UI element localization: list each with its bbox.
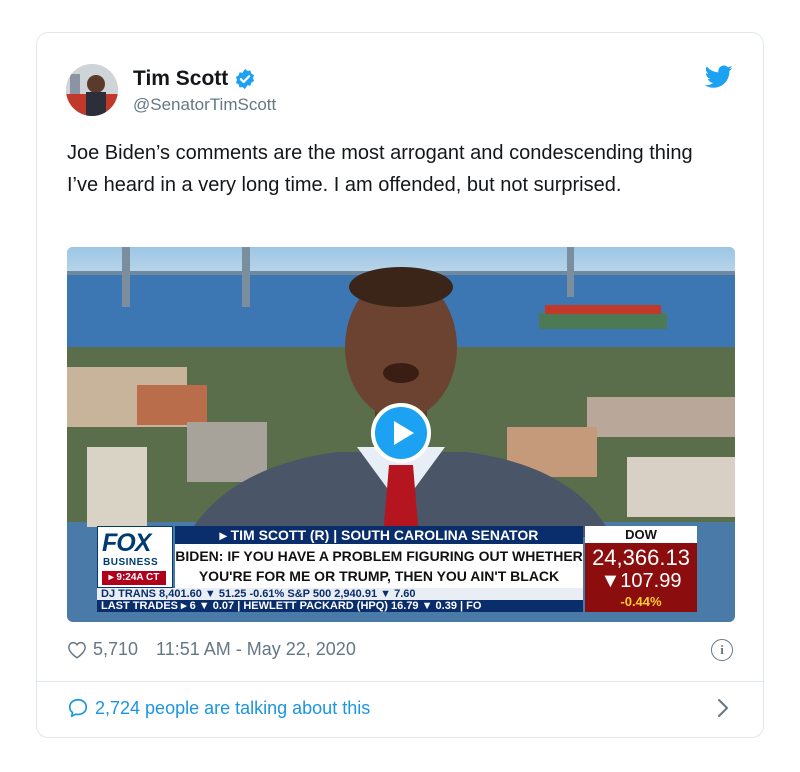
tweet-meta: 5,710 11:51 AM - May 22, 2020 bbox=[67, 639, 356, 660]
tweet-timestamp[interactable]: 11:51 AM - May 22, 2020 bbox=[156, 639, 356, 660]
conversation-link[interactable]: 2,724 people are talking about this bbox=[67, 697, 370, 719]
headline-line-1: BIDEN: IF YOU HAVE A PROBLEM FIGURING OU… bbox=[175, 548, 583, 564]
heart-icon[interactable] bbox=[67, 641, 87, 659]
ticker-bottom: LAST TRADES ▸ 6 ▼ 0.07 | HEWLETT PACKARD… bbox=[97, 600, 583, 612]
dow-percent: -0.44% bbox=[620, 594, 662, 609]
dow-value: 24,366.13 bbox=[592, 545, 690, 570]
author-handle[interactable]: @SenatorTimScott bbox=[133, 95, 276, 115]
network-name: FOX bbox=[102, 529, 151, 557]
headline-strap: BIDEN: IF YOU HAVE A PROBLEM FIGURING OU… bbox=[175, 544, 583, 588]
tweet-card[interactable]: Tim Scott @SenatorTimScott Joe Biden’s c… bbox=[36, 32, 764, 738]
info-icon[interactable]: i bbox=[711, 639, 733, 661]
dow-label: DOW bbox=[585, 526, 697, 543]
dow-change: ▼107.99 bbox=[600, 570, 682, 592]
author-name[interactable]: Tim Scott bbox=[133, 67, 228, 91]
avatar-image bbox=[66, 64, 118, 116]
play-button[interactable] bbox=[371, 403, 431, 463]
verified-badge-icon bbox=[236, 68, 255, 90]
author-row[interactable]: Tim Scott bbox=[133, 67, 256, 91]
local-time: ▸ 9:24A CT bbox=[102, 571, 166, 585]
tweet-text: Joe Biden’s comments are the most arroga… bbox=[67, 142, 693, 196]
fox-business-logo: FOX BUSINESS ▸ 9:24A CT bbox=[97, 526, 173, 588]
network-sub: BUSINESS bbox=[103, 557, 159, 568]
dow-box: DOW 24,366.13 ▼107.99 -0.44% bbox=[585, 526, 697, 612]
like-count[interactable]: 5,710 bbox=[93, 639, 138, 660]
speech-bubble-icon bbox=[68, 698, 88, 718]
twitter-bird-icon[interactable] bbox=[705, 65, 733, 89]
headline-line-2: YOU'RE FOR ME OR TRUMP, THEN YOU AIN'T B… bbox=[198, 568, 560, 584]
divider bbox=[37, 681, 763, 682]
avatar[interactable] bbox=[66, 64, 118, 116]
chevron-right-icon[interactable] bbox=[717, 697, 729, 719]
talking-count[interactable]: 2,724 people are talking about this bbox=[95, 698, 370, 719]
name-strap: ▸ TIM SCOTT (R) | SOUTH CAROLINA SENATOR bbox=[175, 526, 583, 544]
video-player[interactable]: FOX BUSINESS ▸ 9:24A CT ▸ TIM SCOTT (R) … bbox=[67, 247, 735, 622]
ticker-top: DJ TRANS 8,401.60 ▼ 51.25 -0.61% S&P 500… bbox=[97, 588, 583, 600]
